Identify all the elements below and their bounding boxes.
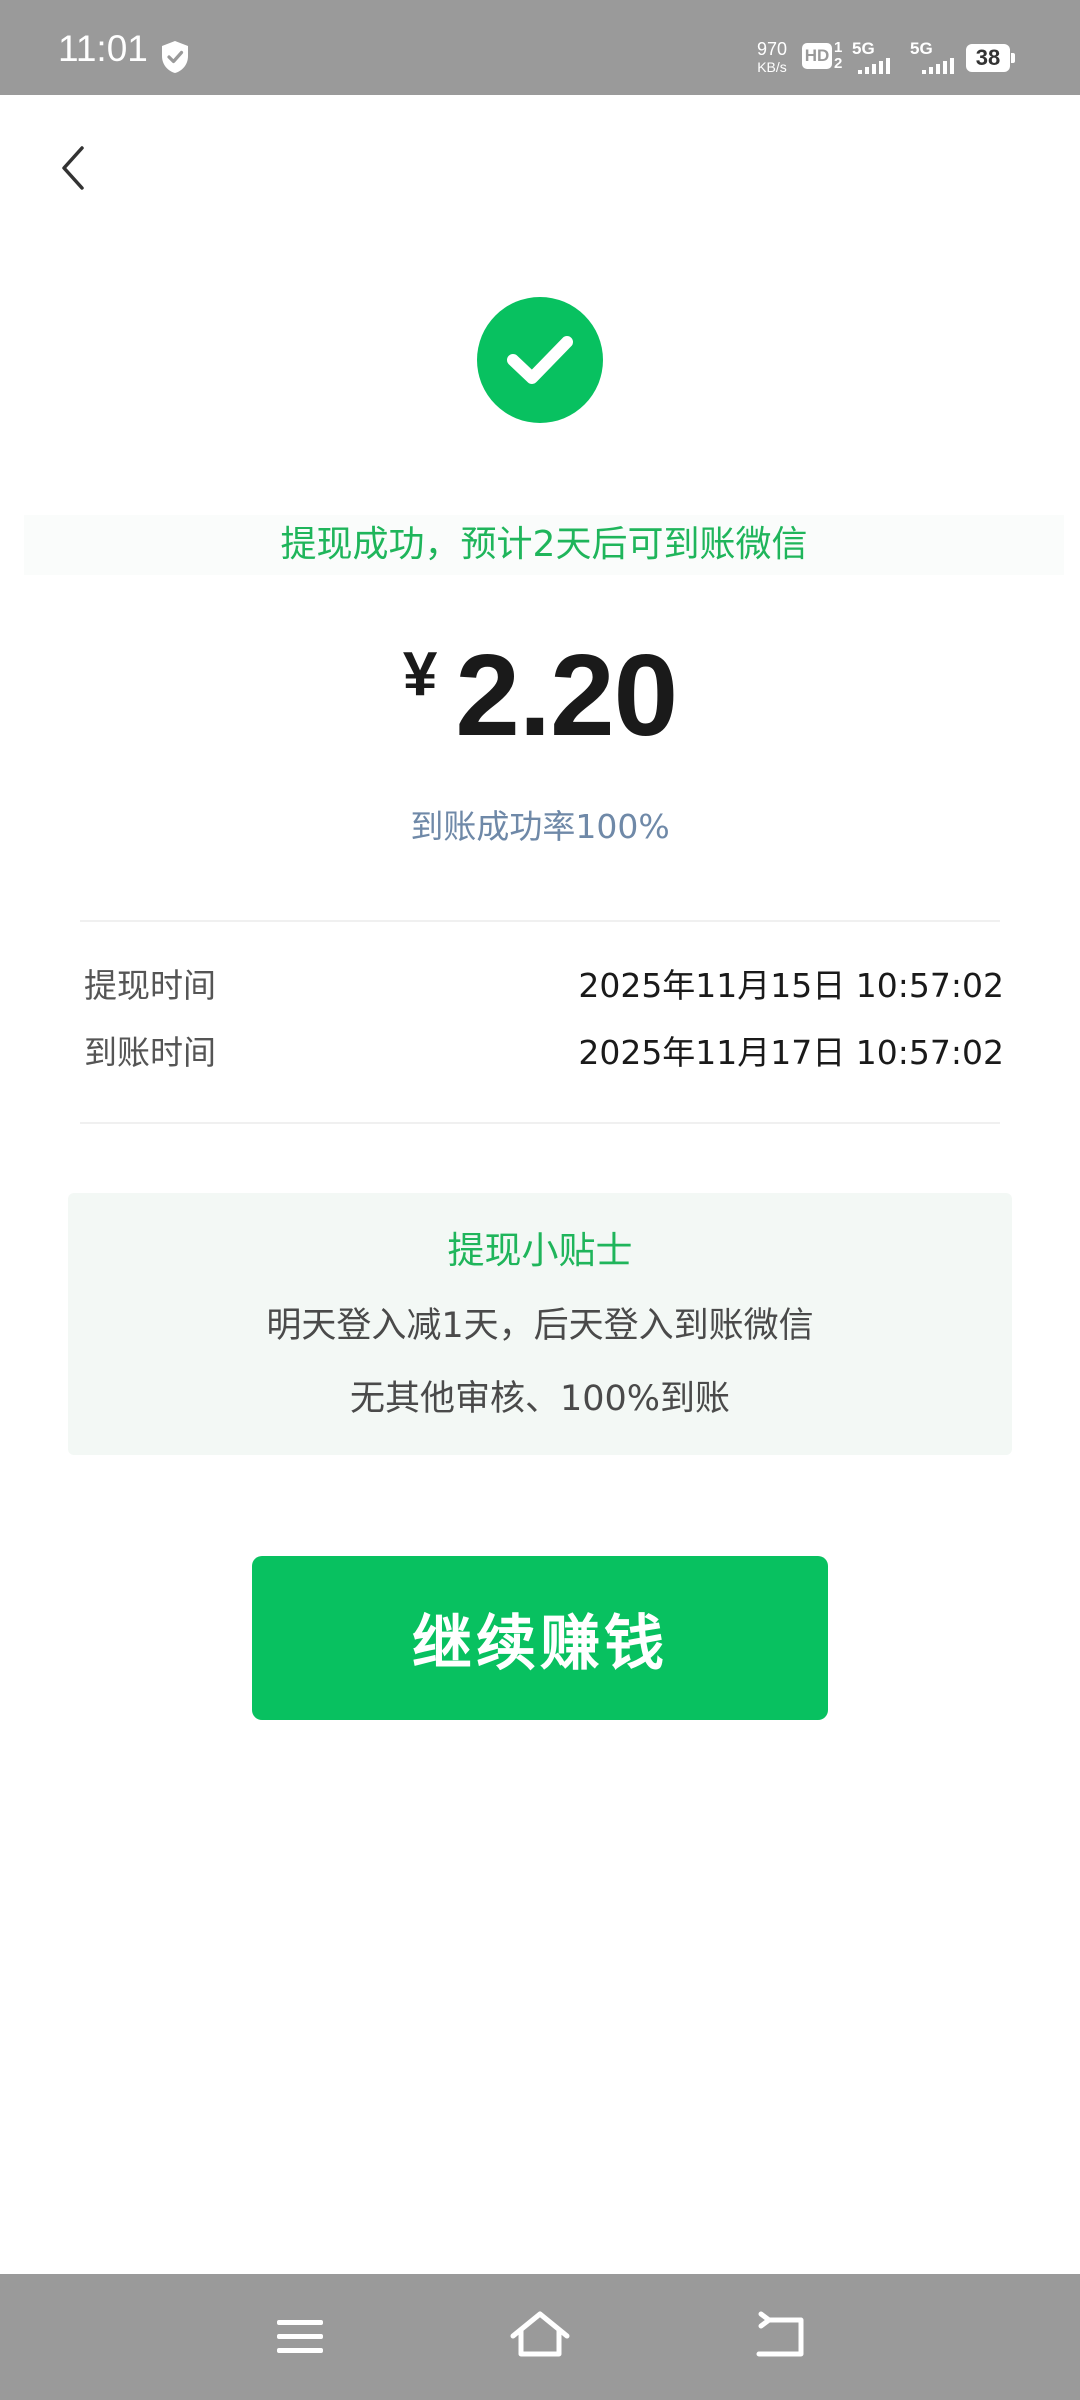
shield-icon bbox=[162, 41, 188, 73]
network-speed-unit: KB/s bbox=[757, 59, 787, 75]
sim-number-2: 2 bbox=[834, 55, 843, 72]
menu-icon bbox=[277, 2320, 323, 2353]
sim-number-1: 1 bbox=[834, 39, 843, 56]
back-button[interactable] bbox=[48, 140, 104, 196]
currency-symbol: ¥ bbox=[402, 640, 438, 709]
signal-icon bbox=[922, 58, 954, 74]
amount-value: 2.20 bbox=[455, 630, 678, 760]
divider-top bbox=[80, 920, 1000, 922]
home-icon bbox=[510, 2311, 570, 2357]
system-back-button[interactable] bbox=[745, 2304, 815, 2370]
hd-badge: HD bbox=[802, 43, 832, 69]
battery-tip bbox=[1011, 53, 1015, 63]
navigation-bar bbox=[0, 2274, 1080, 2400]
tips-line-2: 无其他审核、100%到账 bbox=[349, 1379, 731, 1419]
network-speed: 970 KB/s bbox=[752, 40, 792, 74]
battery-icon: 38 bbox=[966, 44, 1016, 74]
tips-title: 提现小贴士 bbox=[447, 1229, 633, 1272]
signal-icon bbox=[858, 58, 890, 74]
divider-bottom bbox=[80, 1122, 1000, 1124]
withdraw-time-label: 提现时间 bbox=[84, 966, 216, 1005]
signal-label-1: 5G bbox=[852, 39, 875, 58]
menu-button[interactable] bbox=[265, 2304, 335, 2370]
continue-earning-button[interactable]: 继续赚钱 bbox=[252, 1556, 828, 1720]
signal-label-2: 5G bbox=[910, 39, 933, 58]
status-time: 11:01 bbox=[58, 28, 148, 69]
check-circle-icon bbox=[477, 297, 603, 423]
sim-numbers: 1 2 bbox=[834, 40, 842, 72]
withdraw-time-row: 提现时间 2025年11月15日 10:57:02 bbox=[84, 958, 1004, 1014]
chevron-left-icon bbox=[62, 146, 84, 190]
back-icon bbox=[756, 2311, 804, 2357]
tips-line-1: 明天登入减1天，后天登入到账微信 bbox=[266, 1306, 814, 1346]
arrival-time-value: 2025年11月17日 10:57:02 bbox=[578, 1033, 1004, 1072]
amount-display: ¥2.20 bbox=[0, 620, 1080, 770]
home-button[interactable] bbox=[505, 2304, 575, 2370]
network-speed-value: 970 bbox=[756, 39, 788, 59]
success-rate: 到账成功率100% bbox=[410, 807, 670, 846]
withdraw-time-value: 2025年11月15日 10:57:02 bbox=[578, 966, 1004, 1005]
arrival-time-label: 到账时间 bbox=[84, 1033, 216, 1072]
tips-card: 提现小贴士 明天登入减1天，后天登入到账微信 无其他审核、100%到账 bbox=[68, 1193, 1012, 1455]
battery-level: 38 bbox=[966, 44, 1010, 72]
success-message: 提现成功，预计2天后可到账微信 bbox=[24, 515, 1064, 575]
arrival-time-row: 到账时间 2025年11月17日 10:57:02 bbox=[84, 1025, 1004, 1081]
status-bar: 11:01 970 KB/s HD 1 2 5G 5G 38 bbox=[0, 0, 1080, 95]
